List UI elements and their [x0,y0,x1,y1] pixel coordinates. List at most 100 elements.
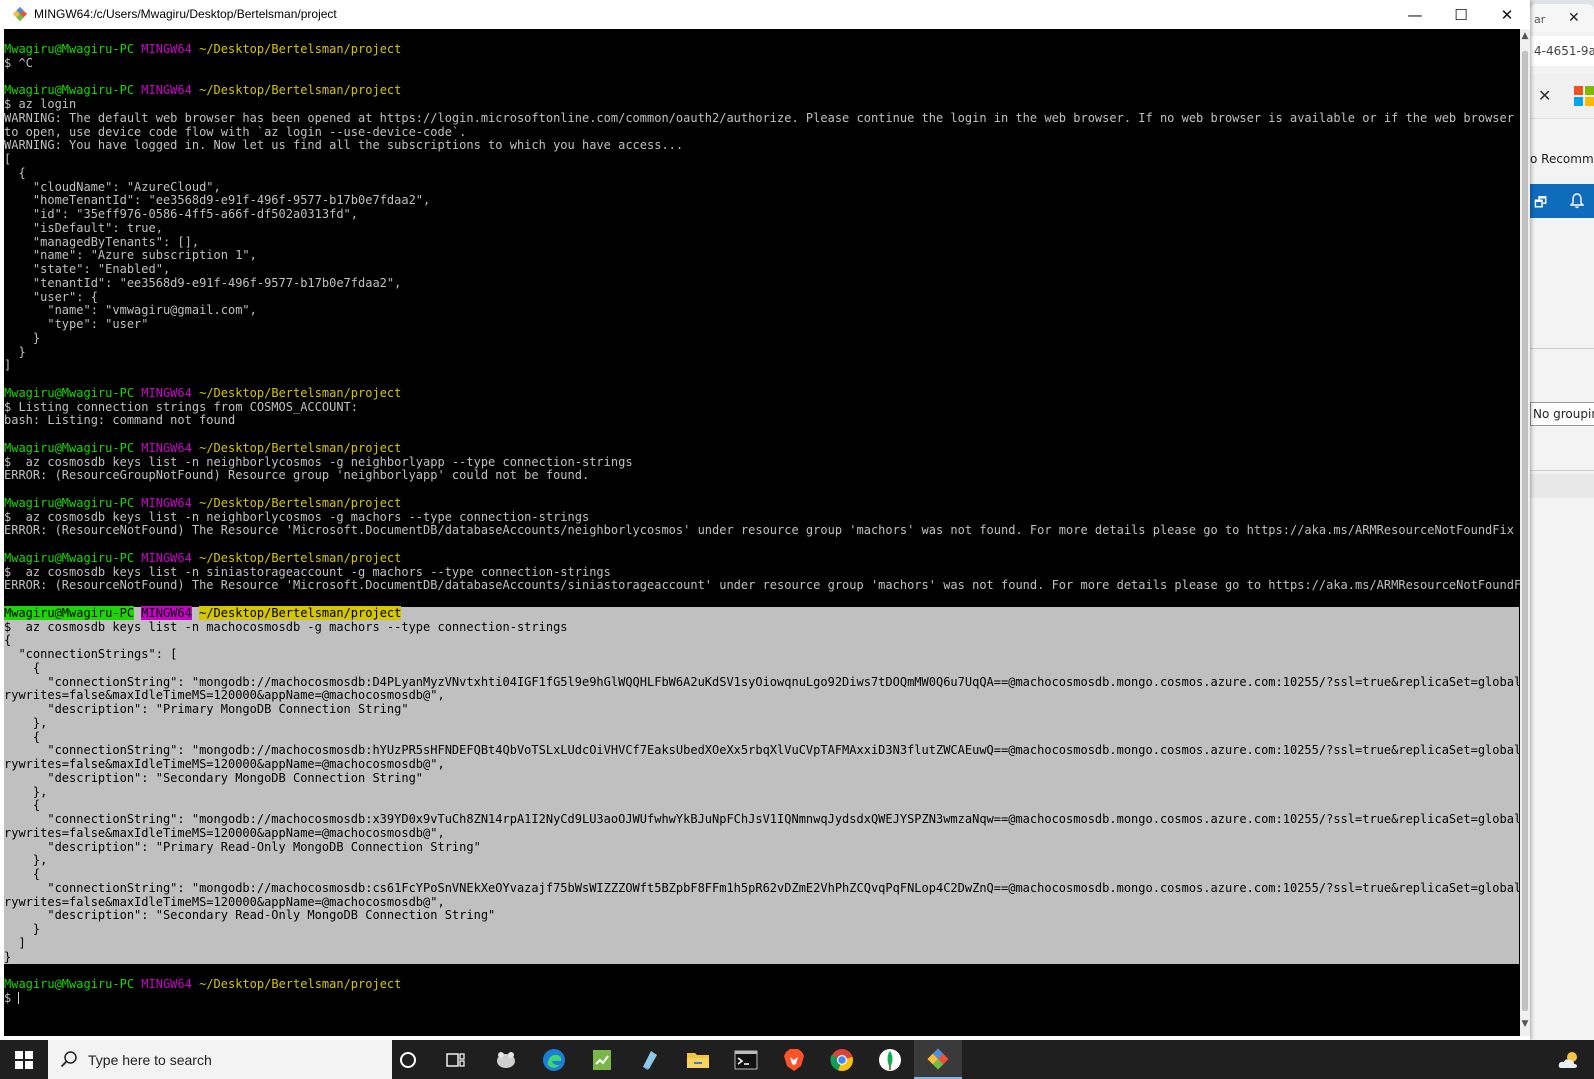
minimize-icon: — [1407,5,1423,24]
notepad-icon [593,1049,611,1070]
output-text: "description": "Primary MongoDB Connecti… [4,702,409,716]
task-view-button[interactable] [432,1040,480,1079]
taskbar-app[interactable] [482,1040,530,1079]
git-bash-icon [927,1048,949,1069]
output-line: "homeTenantId": "ee3568d9-e91f-496f-9577… [4,193,1519,208]
output-line: $ az cosmosdb keys list -n machocosmosdb… [4,619,1519,635]
output-text: { [4,729,41,744]
output-text: $ az cosmosdb keys list -n machocosmosdb… [4,619,568,634]
taskbar-brave[interactable] [770,1040,818,1079]
close-icon[interactable]: ✕ [1538,86,1551,105]
output-line: to open, use device code flow with `az l… [4,125,1519,140]
prompt-user-host: Mwagiru@Mwagiru-PC [4,550,135,565]
list-item[interactable] [1530,474,1594,498]
prompt-shell: MINGW64 [141,495,192,510]
divider [1530,470,1594,471]
taskbar-chrome[interactable] [818,1040,866,1079]
scroll-up-icon[interactable]: ▲ [1520,31,1530,41]
prompt-shell: MINGW64 [141,605,192,620]
app-icon [497,1051,515,1068]
output-line: "name": "Azure subscription 1", [4,248,1519,263]
output-text: { [4,798,41,813]
output-text: ] [4,935,26,950]
output-line: WARNING: The default web browser has bee… [4,111,1524,126]
output-text: $ az cosmosdb keys list -n neighborlycos… [4,509,590,524]
scrollbar[interactable]: ▲ ▼ [1520,29,1530,1036]
cortana-button[interactable] [384,1040,432,1079]
title-bar[interactable]: MINGW64:/c/Users/Mwagiru/Desktop/Bertels… [0,0,1530,29]
output-line: $ Listing connection strings from COSMOS… [4,399,1519,415]
output-text: WARNING: You have logged in. Now let us … [4,138,684,153]
prompt-path: ~/Desktop/Bertelsman/project [199,42,402,56]
search-placeholder: Type here to search [88,1052,212,1068]
output-text: "description": "Secondary Read-Only Mong… [4,908,496,923]
start-button[interactable] [0,1040,48,1079]
output-text: $ Listing connection strings from COSMOS… [4,399,359,414]
taskbar-edge[interactable] [530,1040,578,1079]
file-explorer-icon [687,1052,709,1068]
output-text: "connectionString": "mongodb://machocosm… [4,743,1524,758]
output-text: }, [4,715,48,730]
prompt-line: Mwagiru@Mwagiru-PC MINGW64 ~/Desktop/Ber… [4,440,1519,456]
taskbar-terminal[interactable] [722,1040,770,1079]
weather-icon [1558,1051,1577,1068]
input-prompt: $ [4,990,19,1005]
output-line: "cloudName": "AzureCloud", [4,180,1519,195]
output-line: "description": "Primary Read-Only MongoD… [4,840,1519,855]
output-line: "description": "Secondary Read-Only Mong… [4,908,1519,923]
output-line: "id": "35eff976-0586-4ff5-a66f-df502a031… [4,207,1519,222]
scroll-down-icon[interactable]: ▼ [1520,1019,1530,1029]
output-line: }, [4,853,1519,868]
output-text: } [4,344,26,359]
input-line: $ [4,990,1519,1006]
chrome-icon [830,1048,853,1071]
browser-tab[interactable]: ar ✕ [1530,4,1594,32]
mongodb-compass-icon [879,1048,901,1071]
output-line: "type": "user" [4,317,1519,332]
output-text: ERROR: (ResourceNotFound) The Resource '… [4,523,1514,538]
taskbar-app[interactable] [626,1040,674,1079]
prompt-user-host: Mwagiru@Mwagiru-PC [4,42,135,56]
taskbar-search-box[interactable]: Type here to search [48,1040,392,1079]
output-text: "connectionStrings": [ [4,647,178,661]
prompt-shell: MINGW64 [141,440,192,455]
prompt-shell: MINGW64 [141,83,192,98]
taskbar-weather[interactable] [1546,1040,1594,1079]
close-button[interactable]: ✕ [1484,0,1530,29]
address-text: 4-4651-9a [1534,44,1594,58]
output-text: }, [4,853,48,868]
taskbar-file-explorer[interactable] [674,1040,722,1079]
terminal-icon [734,1050,758,1069]
bell-icon[interactable] [1570,193,1584,209]
browser-tab-title: ar [1534,13,1546,26]
app-icon [643,1050,657,1070]
output-line: [ [4,152,1519,167]
taskbar-git-bash[interactable] [914,1040,962,1079]
output-line: "connectionString": "mongodb://machocosm… [4,881,1524,896]
output-line: rywrites=false&maxIdleTimeMS=120000&appN… [4,757,1519,772]
terminal-output[interactable]: Mwagiru@Mwagiru-PC MINGW64 ~/Desktop/Ber… [4,29,1524,1036]
close-icon[interactable]: ✕ [1568,10,1580,26]
output-line: "name": "vmwagiru@gmail.com", [4,303,1519,318]
output-text: rywrites=false&maxIdleTimeMS=120000&appN… [4,757,445,771]
search-icon [60,1051,77,1068]
prompt-user-host: Mwagiru@Mwagiru-PC [4,440,135,455]
taskbar-notepad[interactable] [578,1040,626,1079]
prompt-shell: MINGW64 [141,42,192,56]
output-text: "managedByTenants": [], [4,234,200,249]
output-text: ERROR: (ResourceGroupNotFound) Resource … [4,468,590,483]
browser-address-bar[interactable]: 4-4651-9a [1530,36,1594,66]
maximize-button[interactable]: ☐ [1438,0,1484,29]
output-line: } [4,950,1519,965]
grouping-dropdown[interactable]: No groupin [1530,402,1594,426]
output-text: ERROR: (ResourceNotFound) The Resource '… [4,578,1524,593]
output-line: ERROR: (ResourceNotFound) The Resource '… [4,523,1519,538]
window-title: MINGW64:/c/Users/Mwagiru/Desktop/Bertels… [34,7,337,21]
minimize-button[interactable]: — [1392,0,1438,29]
scrollbar-thumb[interactable] [1522,51,1528,1011]
output-text: $ az login [4,97,77,111]
output-text: "homeTenantId": "ee3568d9-e91f-496f-9577… [4,193,431,208]
cloud-shell-icon[interactable]: 🗗 [1534,192,1547,216]
taskbar-mongodb-compass[interactable] [866,1040,914,1079]
